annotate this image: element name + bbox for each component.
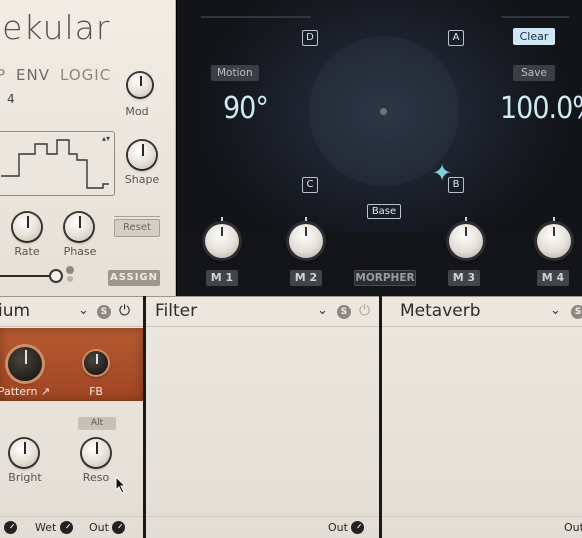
- macro-3-knob[interactable]: [449, 217, 483, 258]
- waveform-display[interactable]: ▴▾: [0, 131, 115, 196]
- modulation-panel: lekular P ENV LOGIC 4 Mod ▴▾ Shape Rate …: [0, 0, 176, 296]
- pattern-label: Pattern ↗: [0, 385, 51, 398]
- rate-label: Rate: [14, 245, 40, 258]
- solo-icon[interactable]: S: [337, 305, 351, 319]
- reset-button[interactable]: Reset: [114, 219, 160, 237]
- slot-1-title[interactable]: ium: [0, 301, 30, 321]
- corner-a-button[interactable]: A: [448, 30, 464, 46]
- power-icon[interactable]: ⏻: [359, 303, 370, 319]
- mod-knob[interactable]: [128, 73, 152, 97]
- corner-c-button[interactable]: C: [302, 177, 318, 193]
- out-label: Out: [564, 521, 582, 534]
- mod-label: Mod: [125, 105, 149, 118]
- morpher-panel: D A C B Clear Motion Save 90° 100.0% ✦ B…: [176, 0, 582, 296]
- tab-logic[interactable]: LOGIC: [60, 66, 111, 84]
- fb-label: FB: [89, 385, 103, 398]
- molekular-plugin-window: lekular P ENV LOGIC 4 Mod ▴▾ Shape Rate …: [0, 0, 582, 538]
- angle-readout[interactable]: 90°: [223, 91, 269, 126]
- save-button[interactable]: Save: [513, 65, 555, 81]
- bright-label: Bright: [8, 471, 42, 484]
- macro-2-knob[interactable]: [289, 217, 323, 258]
- wave-menu-icon[interactable]: ▴▾: [102, 134, 110, 143]
- macro-1-label[interactable]: M 1: [206, 270, 238, 286]
- slot-3-footer: Out: [382, 516, 582, 538]
- waveform-graph: [1, 139, 109, 189]
- assign-button[interactable]: ASSIGN: [108, 270, 160, 286]
- dry-mini-knob[interactable]: [4, 521, 17, 534]
- morph-center-dot[interactable]: [380, 108, 387, 115]
- wet-mini-knob[interactable]: [60, 521, 73, 534]
- slot-1-footer: Wet Out: [0, 516, 143, 538]
- effect-slot-3: Metaverb ⌄ S Out: [382, 296, 582, 538]
- amount-slider-handle[interactable]: [49, 269, 63, 283]
- macro-2-label[interactable]: M 2: [290, 270, 322, 286]
- shape-knob[interactable]: [128, 141, 156, 169]
- corner-d-button[interactable]: D: [302, 30, 318, 46]
- reso-knob[interactable]: [82, 439, 110, 467]
- out-mini-knob[interactable]: [351, 521, 364, 534]
- power-icon[interactable]: ⏻: [119, 303, 130, 319]
- fb-knob[interactable]: [84, 351, 108, 375]
- clear-button[interactable]: Clear: [513, 28, 555, 45]
- top-divider-right: [501, 16, 569, 18]
- rate-knob[interactable]: [13, 213, 41, 241]
- morpher-label: MORPHER: [354, 270, 416, 286]
- mouse-cursor-icon: [115, 476, 127, 494]
- tab-p[interactable]: P: [0, 66, 6, 84]
- phase-knob[interactable]: [65, 213, 93, 241]
- alt-button[interactable]: Alt: [78, 417, 116, 430]
- out-label: Out: [89, 521, 109, 534]
- drag-handle-icon[interactable]: [66, 266, 74, 284]
- macro-3-label[interactable]: M 3: [448, 270, 480, 286]
- pattern-knob[interactable]: [8, 347, 42, 381]
- base-button[interactable]: Base: [367, 204, 401, 219]
- chevron-down-icon[interactable]: ⌄: [78, 303, 89, 318]
- bright-knob[interactable]: [10, 439, 38, 467]
- solo-icon[interactable]: S: [97, 305, 111, 319]
- slot-2-footer: Out: [146, 516, 379, 538]
- out-mini-knob[interactable]: [112, 521, 125, 534]
- morph-position-star-icon[interactable]: ✦: [432, 161, 452, 185]
- out-label: Out: [328, 521, 348, 534]
- slot-3-title[interactable]: Metaverb: [400, 301, 481, 321]
- slot-1-header: ium ⌄ S ⏻: [0, 297, 143, 327]
- macro-4-knob[interactable]: [537, 217, 571, 258]
- step-value: 4: [7, 92, 15, 106]
- top-divider-left: [201, 16, 311, 18]
- phase-label: Phase: [63, 245, 97, 258]
- wet-label: Wet: [35, 521, 57, 534]
- mod-tabs: P ENV LOGIC: [0, 66, 111, 84]
- reset-divider: [114, 216, 160, 217]
- tab-env[interactable]: ENV: [16, 66, 50, 84]
- effect-slot-1: ium ⌄ S ⏻ Pattern ↗ FB Alt Bright Reso W…: [0, 296, 143, 538]
- slot-2-title[interactable]: Filter: [155, 301, 197, 321]
- chevron-down-icon[interactable]: ⌄: [550, 303, 561, 318]
- motion-button[interactable]: Motion: [211, 65, 259, 81]
- shape-label: Shape: [124, 173, 160, 186]
- effect-slot-2: Filter ⌄ S ⏻ Out: [146, 296, 379, 538]
- chevron-down-icon[interactable]: ⌄: [317, 303, 328, 318]
- macro-4-label[interactable]: M 4: [537, 270, 569, 286]
- logo-text: lekular: [0, 8, 111, 47]
- solo-icon[interactable]: S: [571, 305, 582, 319]
- percent-readout[interactable]: 100.0%: [500, 91, 582, 126]
- slot-3-header: Metaverb ⌄ S: [382, 297, 582, 327]
- slot-2-header: Filter ⌄ S ⏻: [146, 297, 379, 327]
- macro-1-knob[interactable]: [205, 217, 239, 258]
